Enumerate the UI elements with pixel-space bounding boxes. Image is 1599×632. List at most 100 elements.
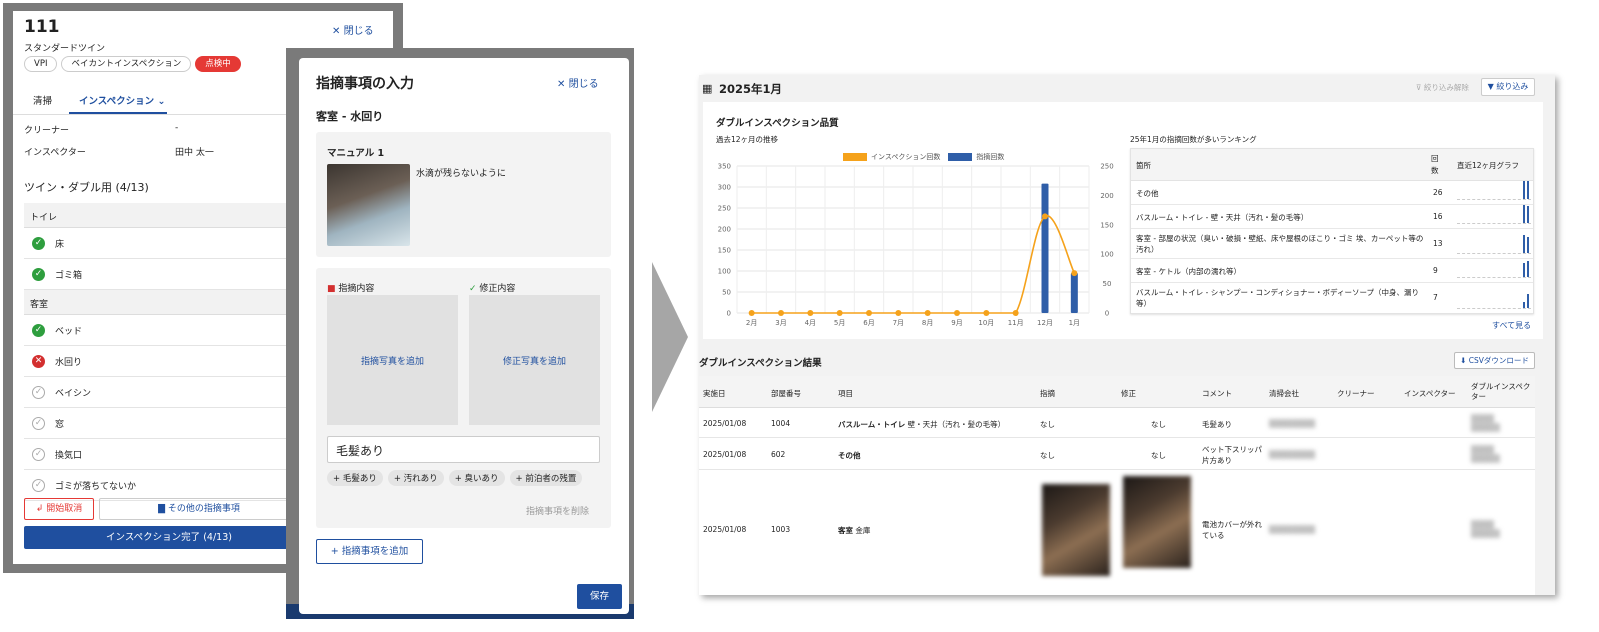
month-title: 2025年1月 [719,82,783,96]
manual-text: 水滴が残らないように [416,169,506,179]
unchecked-icon: ✓ [32,478,45,492]
ranking-row[interactable]: その他 26 [1131,181,1533,205]
ranking-header-graph: 直近12ヶ月グラフ [1457,161,1520,170]
check-icon: ✓ [32,236,45,250]
tab-cleaning[interactable]: 清掃 [33,93,52,107]
csv-download-button[interactable]: ⬇ CSVダウンロード [1454,352,1535,369]
tab-inspection[interactable]: インスペクション ⌄ [79,93,165,107]
flag-icon: ■ [327,284,336,294]
ranking-header: 箇所 回数 直近12ヶ月グラフ [1131,149,1533,181]
plus-icon: + [454,474,462,484]
blurred-company: ▒▒▒▒▒▒▒▒ [1269,525,1316,534]
modal-close-button[interactable]: ✕ 閉じる [557,75,599,90]
x-tick-label: 11月 [1008,319,1024,327]
add-issue-button[interactable]: + 指摘事項を追加 [316,539,423,564]
header-item: 項目 [838,389,853,398]
cancel-start-button[interactable]: ↲ 開始取消 [24,498,94,520]
add-fix-photo-button[interactable]: 修正写真を追加 [469,295,600,425]
ranking-row[interactable]: バスルーム・トイレ - 壁・天井（汚れ・髪の毛等） 16 [1131,205,1533,229]
y-right-tick: 0 [1105,310,1109,318]
y-left-tick: 100 [718,268,731,276]
point-inspection-count [1071,270,1078,277]
table-row[interactable]: 2025/01/08 1003 客室 金庫 電池カバーが外れている ▒▒▒▒▒▒… [699,470,1535,595]
ranking-row[interactable]: 客室 - ケトル（内部の濡れ等） 9 [1131,259,1533,283]
sparkline [1457,204,1531,224]
x-tick-label: 12月 [1037,319,1053,327]
filter-icon: ▼ [1487,82,1494,91]
ranking-subtitle: 25年1月の指摘回数が多いランキング [1130,135,1257,144]
ranking-row[interactable]: バスルーム・トイレ - シャンプー・コンディショナー・ボディーソープ（中身、漏り… [1131,283,1533,313]
header-double-inspector: ダブルインスペクター [1471,382,1531,401]
issue-photo[interactable] [1042,484,1110,576]
close-icon: ✕ [557,79,566,90]
fix-photo[interactable] [1123,476,1191,568]
calendar-icon: ▦ [702,82,713,95]
y-left-tick: 250 [718,205,731,213]
x-tick-label: 4月 [805,319,816,327]
see-all-link[interactable]: すべて見る [1492,320,1531,331]
quick-chips: + 毛髪あり + 汚れあり + 臭いあり + 前泊者の残置 [327,470,583,486]
undo-icon: ↲ [35,504,44,514]
inspector-label: インスペクター [24,148,86,158]
status-badge: 点検中 [195,56,241,72]
sparkline [1457,234,1531,254]
chip-leftover[interactable]: + 前泊者の残置 [509,470,583,486]
trend-chart: 0 50 100 150 200 250 300 350 0 50 100 150 200 250 2月 3月… [718,163,1114,328]
other-issue-button[interactable]: ▇ その他の指摘事項 [99,498,299,520]
badge-vpi: VPI [24,56,58,72]
fix-label: ✓ 修正内容 [469,284,516,294]
close-button[interactable]: ✕ 閉じる [332,22,374,37]
blurred-company: ▒▒▒▒▒▒▒▒ [1269,450,1316,459]
plus-icon: + [515,474,523,484]
delete-issue-button[interactable]: 指摘事項を削除 [526,504,589,517]
manual-card: マニュアル 1 水滴が残らないように [316,132,611,257]
y-right-tick: 250 [1100,163,1113,171]
blurred-double-inspector: ▒▒▒▒ ▒▒▒▒▒ [1471,445,1500,463]
y-right-tick: 200 [1100,192,1113,200]
x-tick-label: 6月 [863,319,874,327]
bar-issue-count [1070,273,1078,313]
save-button[interactable]: 保存 [577,584,622,609]
issue-text-input[interactable]: 毛髪あり [327,436,600,463]
room-type: スタンダードツイン [24,44,106,54]
bar-issue-count [1041,183,1049,313]
error-icon: ✕ [32,354,45,368]
y-right-tick: 100 [1100,251,1113,259]
manual-photo[interactable] [327,164,410,246]
header-date: 実施日 [703,389,726,398]
y-left-tick: 50 [722,289,731,297]
table-row[interactable]: 2025/01/08 602 その他 なし なし ベット下スリッパ片方あり ▒▒… [699,438,1535,470]
cleaner-label: クリーナー [24,126,70,136]
ranking-row[interactable]: 客室 - 部屋の状況（臭い・破損・壁紙、床や屋根のほこり・ゴミ 埃、カーペット等… [1131,229,1533,259]
filter-button[interactable]: ▼ 絞り込み [1481,78,1535,96]
unchecked-icon: ✓ [32,385,45,399]
x-tick-label: 2月 [746,319,757,327]
header-comment: コメント [1202,389,1232,398]
chevron-down-icon: ⌄ [157,96,166,107]
complete-inspection-button[interactable]: インスペクション完了 (4/13) [24,526,314,549]
issue-modal: 指摘事項の入力 ✕ 閉じる 客室 - 水回り マニュアル 1 水滴が残らないよう… [299,58,629,614]
chip-hair[interactable]: + 毛髪あり [327,470,383,486]
download-icon: ⬇ [1460,356,1467,365]
y-right-tick: 150 [1100,221,1113,229]
header-company: 清掃会社 [1269,389,1299,398]
header-cleaner: クリーナー [1337,389,1375,398]
chip-smell[interactable]: + 臭いあり [448,470,505,486]
table-row[interactable]: 2025/01/08 1004 バスルーム・トイレ 壁・天井（汚れ・髪の毛等） … [699,408,1535,438]
check-icon: ✓ [32,267,45,281]
x-tick-label: 10月 [978,319,994,327]
y-left-tick: 200 [718,226,731,234]
results-header: 実施日 部屋番号 項目 指摘 修正 コメント 清掃会社 クリーナー インスペクタ… [699,376,1535,408]
chip-dirt[interactable]: + 汚れあり [387,470,444,486]
badge-type: ベイカントインスペクション [61,56,192,72]
add-issue-photo-button[interactable]: 指摘写真を追加 [327,295,458,425]
header-inspector: インスペクター [1404,389,1456,398]
filter-clear-button[interactable]: ⊽ 絞り込み解除 [1416,82,1469,93]
point-inspection-count [1012,310,1019,316]
header-issue: 指摘 [1040,389,1055,398]
comment-icon: ▇ [158,504,166,514]
modal-title: 指摘事項の入力 [316,76,414,92]
quality-title: ダブルインスペクション品質 [716,118,839,129]
point-inspection-count [866,310,872,316]
check-icon: ✓ [32,323,45,337]
